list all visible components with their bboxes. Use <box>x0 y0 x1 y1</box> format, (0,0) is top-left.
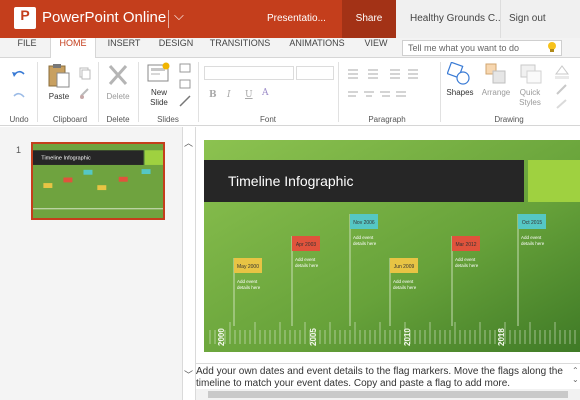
event-details-line: details here <box>393 285 417 290</box>
event-details-line: details here <box>455 263 479 268</box>
horizontal-scrollbar[interactable] <box>196 389 580 400</box>
tab-transitions[interactable]: TRANSITIONS <box>206 38 274 58</box>
account-name[interactable]: Healthy Grounds C... <box>396 0 500 38</box>
timeline-year-label: 2018 <box>497 328 506 346</box>
group-separator <box>198 62 199 122</box>
paragraph-group-label: Paragraph <box>368 115 406 124</box>
event-flag-date: Nov 2006 <box>353 220 375 226</box>
undo-redo-icons[interactable] <box>10 66 28 106</box>
group-separator <box>98 62 99 122</box>
event-details-line: Add event <box>295 257 316 262</box>
share-button[interactable]: Share <box>342 0 396 38</box>
slide-layout-icons[interactable] <box>178 62 192 110</box>
new-slide-label-2[interactable]: Slide <box>144 98 174 107</box>
quick-styles-label-2[interactable]: Styles <box>512 98 548 107</box>
event-details-line: Add event <box>521 235 542 240</box>
quick-styles-label-1[interactable]: Quick <box>512 88 548 97</box>
bold-button[interactable]: B <box>209 90 217 100</box>
slide-canvas: Timeline Infographic 2000 2005 2010 2018 May… <box>204 140 580 352</box>
font-size-select[interactable] <box>296 66 334 80</box>
tell-me-placeholder: Tell me what you want to do <box>408 43 520 53</box>
scrollbar-thumb[interactable] <box>208 391 568 398</box>
undo-group-label: Undo <box>9 115 29 124</box>
event-flag-date: Mar 2012 <box>455 242 476 248</box>
ribbon-home: Undo Paste Clipboard Delete Delete New S… <box>0 58 580 126</box>
cut-copy-icons[interactable] <box>78 66 92 108</box>
slide-thumbnail-pane: 1 Timeline Infographic <box>0 127 182 400</box>
tab-design[interactable]: DESIGN <box>152 38 200 58</box>
group-separator <box>138 62 139 122</box>
font-group-label: Font <box>259 115 276 124</box>
event-flag-date: Jun 2009 <box>394 264 415 270</box>
event-details-line: details here <box>295 263 319 268</box>
new-slide-label-1[interactable]: New <box>144 88 174 97</box>
document-name[interactable]: Presentatio... <box>267 13 326 24</box>
clipboard-group-label: Clipboard <box>52 115 88 124</box>
tab-home[interactable]: HOME <box>50 38 96 59</box>
thumbnail-title: Timeline Infographic <box>41 156 91 162</box>
ribbon-tabs: FILE HOME INSERT DESIGN TRANSITIONS ANIM… <box>0 38 580 59</box>
event-flag-date: Oct 2015 <box>522 220 543 226</box>
slide-number: 1 <box>16 145 22 155</box>
group-separator <box>338 62 339 122</box>
arrange-icon[interactable] <box>484 62 508 86</box>
pane-divider[interactable]: ︿ ﹀ <box>182 127 196 400</box>
font-family-select[interactable] <box>204 66 294 80</box>
shape-fill-outline-icons[interactable] <box>552 62 574 112</box>
delete-icon[interactable] <box>107 63 129 87</box>
slide-thumbnail[interactable]: Timeline Infographic <box>31 142 165 220</box>
slide-thumbnail-preview: Timeline Infographic <box>33 144 163 218</box>
title-separator <box>168 10 169 28</box>
notes-scroll-arrows-icon[interactable]: ⌃ ⌄ <box>572 366 580 388</box>
tell-me-search-input[interactable]: Tell me what you want to do <box>402 40 562 56</box>
title-bar: P PowerPoint Online ⌵ Presentatio... Sha… <box>0 0 580 38</box>
event-flag-date: May 2000 <box>237 264 259 270</box>
paste-icon[interactable] <box>46 62 72 90</box>
powerpoint-online-window: P PowerPoint Online ⌵ Presentatio... Sha… <box>0 0 580 400</box>
event-details-line: Add event <box>393 279 414 284</box>
event-details-line: Add event <box>455 257 476 262</box>
drawing-group-label: Drawing <box>494 115 524 124</box>
paragraph-format-icons[interactable] <box>344 66 434 106</box>
app-menu-chevron-icon[interactable]: ⌵ <box>174 9 184 24</box>
tab-view[interactable]: VIEW <box>358 38 394 58</box>
title-accent-block <box>528 160 580 202</box>
timeline-year-label: 2000 <box>217 328 226 346</box>
group-separator <box>440 62 441 122</box>
new-slide-icon[interactable] <box>147 62 171 84</box>
tab-file[interactable]: FILE <box>8 38 46 58</box>
lightbulb-icon <box>547 42 557 53</box>
delete-group-label: Delete <box>106 115 130 124</box>
italic-button[interactable]: I <box>227 90 231 100</box>
event-details-line: Add event <box>353 235 374 240</box>
scroll-down-chevron-icon[interactable]: ﹀ <box>184 368 193 381</box>
app-name[interactable]: PowerPoint Online <box>42 9 166 26</box>
event-details-line: Add event <box>237 279 258 284</box>
current-slide[interactable]: Timeline Infographic 2000 2005 2010 2018 May… <box>204 140 580 352</box>
arrange-button[interactable]: Arrange <box>478 88 514 97</box>
group-separator <box>37 62 38 122</box>
tab-animations[interactable]: ANIMATIONS <box>282 38 352 58</box>
notes-text[interactable]: Add your own dates and event details to … <box>196 366 568 390</box>
powerpoint-logo-icon[interactable]: P <box>14 7 36 29</box>
timeline-year-label: 2010 <box>403 328 412 346</box>
tab-insert[interactable]: INSERT <box>100 38 148 58</box>
slides-group-label: Slides <box>157 115 179 124</box>
delete-button[interactable]: Delete <box>102 92 134 101</box>
event-details-line: details here <box>237 285 261 290</box>
timeline-year-label: 2005 <box>309 328 318 346</box>
slide-title[interactable]: Timeline Infographic <box>228 173 354 189</box>
sign-out-link[interactable]: Sign out <box>500 0 580 38</box>
event-flag-date: Apr 2003 <box>296 242 317 248</box>
quick-styles-icon[interactable] <box>519 62 543 86</box>
event-details-line: details here <box>521 241 545 246</box>
font-color-button[interactable]: A <box>262 88 269 98</box>
event-details-line: details here <box>353 241 377 246</box>
underline-button[interactable]: U <box>245 90 253 100</box>
shapes-button[interactable]: Shapes <box>442 88 478 97</box>
paste-button[interactable]: Paste <box>44 92 74 101</box>
scroll-up-chevron-icon[interactable]: ︿ <box>184 136 193 149</box>
shapes-icon[interactable] <box>447 62 473 86</box>
